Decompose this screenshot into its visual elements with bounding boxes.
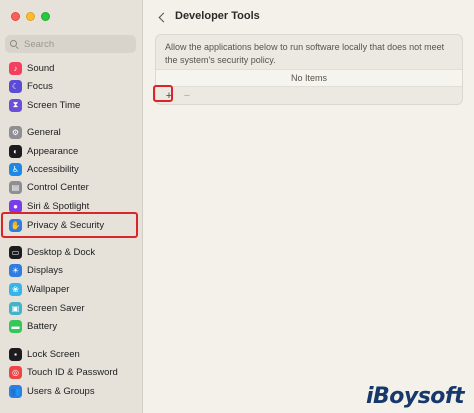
gear-icon: ⚙ bbox=[9, 125, 22, 139]
page-title: Developer Tools bbox=[175, 10, 260, 22]
sidebar-item-general[interactable]: ⚙ General bbox=[5, 123, 136, 141]
system-settings-window: ♪ Sound ☾ Focus ⧗ Screen Time ⚙ General ◐ Appeara… bbox=[0, 0, 474, 413]
back-button[interactable] bbox=[155, 9, 169, 25]
control-center-icon: ▤ bbox=[9, 180, 22, 194]
remove-button[interactable]: – bbox=[182, 91, 192, 102]
main-content: Developer Tools Allow the applications b… bbox=[143, 0, 474, 413]
sidebar-item-focus[interactable]: ☾ Focus bbox=[5, 77, 136, 95]
sidebar-item-label: Appearance bbox=[27, 145, 79, 157]
sidebar-item-sound[interactable]: ♪ Sound bbox=[5, 59, 136, 77]
search-input[interactable] bbox=[24, 38, 124, 50]
fingerprint-icon: ◎ bbox=[9, 365, 22, 379]
sidebar-item-screen-time[interactable]: ⧗ Screen Time bbox=[5, 96, 136, 114]
speaker-icon: ♪ bbox=[9, 61, 22, 75]
sidebar-item-control-center[interactable]: ▤ Control Center bbox=[5, 178, 136, 196]
sidebar-item-label: Battery bbox=[27, 320, 58, 332]
apps-list[interactable]: No Items bbox=[156, 69, 462, 87]
sun-icon: ☀ bbox=[9, 263, 22, 277]
sidebar-item-screen-saver[interactable]: ▣ Screen Saver bbox=[5, 299, 136, 317]
sidebar-item-label: Focus bbox=[27, 80, 53, 92]
sidebar: ♪ Sound ☾ Focus ⧗ Screen Time ⚙ General ◐ Appeara… bbox=[0, 0, 143, 413]
developer-tools-panel: Allow the applications below to run soft… bbox=[155, 34, 463, 105]
battery-icon: ▬ bbox=[9, 319, 22, 333]
sidebar-item-label: Accessibility bbox=[27, 163, 79, 175]
sidebar-item-battery[interactable]: ▬ Battery bbox=[5, 317, 136, 335]
sidebar-item-label: General bbox=[27, 126, 61, 138]
wallpaper-icon: ❀ bbox=[9, 282, 22, 296]
hourglass-icon: ⧗ bbox=[9, 98, 22, 112]
sidebar-item-appearance[interactable]: ◐ Appearance bbox=[5, 142, 136, 160]
sidebar-item-label: Lock Screen bbox=[27, 348, 80, 360]
sidebar-item-label: Users & Groups bbox=[27, 385, 95, 397]
sidebar-item-label: Screen Time bbox=[27, 99, 81, 111]
zoom-window-button[interactable] bbox=[41, 12, 50, 21]
sidebar-item-label: Touch ID & Password bbox=[27, 366, 118, 378]
watermark-logo: iBoysoft bbox=[365, 384, 465, 409]
moon-icon: ☾ bbox=[9, 79, 22, 93]
accessibility-icon: ♿ bbox=[9, 162, 22, 176]
users-icon: 👥 bbox=[9, 384, 22, 398]
sidebar-item-label: Control Center bbox=[27, 181, 89, 193]
search-icon bbox=[10, 39, 19, 49]
sidebar-item-label: Wallpaper bbox=[27, 283, 70, 295]
privacy-security-highlight bbox=[1, 212, 138, 238]
chevron-left-icon bbox=[158, 12, 169, 22]
sidebar-item-label: Siri & Spotlight bbox=[27, 200, 90, 212]
sidebar-item-label: Sound bbox=[27, 62, 55, 74]
sidebar-item-desktop-dock[interactable]: ▭ Desktop & Dock bbox=[5, 243, 136, 261]
sidebar-item-touch-id-password[interactable]: ◎ Touch ID & Password bbox=[5, 363, 136, 381]
screen-saver-icon: ▣ bbox=[9, 301, 22, 315]
siri-icon: ● bbox=[9, 199, 22, 213]
sidebar-item-label: Desktop & Dock bbox=[27, 246, 96, 258]
sidebar-item-displays[interactable]: ☀ Displays bbox=[5, 261, 136, 279]
sidebar-item-label: Displays bbox=[27, 264, 63, 276]
add-button-highlight bbox=[153, 85, 173, 102]
dock-icon: ▭ bbox=[9, 245, 22, 259]
sidebar-item-users-groups[interactable]: 👥 Users & Groups bbox=[5, 382, 136, 400]
lock-icon: ▪ bbox=[9, 347, 22, 361]
close-window-button[interactable] bbox=[11, 12, 20, 21]
sidebar-item-lock-screen[interactable]: ▪ Lock Screen bbox=[5, 345, 136, 363]
minimize-window-button[interactable] bbox=[26, 12, 35, 21]
sidebar-item-accessibility[interactable]: ♿ Accessibility bbox=[5, 160, 136, 178]
appearance-icon: ◐ bbox=[9, 144, 22, 158]
search-field[interactable] bbox=[5, 35, 136, 53]
window-controls bbox=[11, 12, 50, 21]
panel-description: Allow the applications below to run soft… bbox=[165, 42, 445, 65]
sidebar-item-label: Screen Saver bbox=[27, 302, 85, 314]
empty-list-label: No Items bbox=[290, 73, 327, 83]
sidebar-item-wallpaper[interactable]: ❀ Wallpaper bbox=[5, 280, 136, 298]
